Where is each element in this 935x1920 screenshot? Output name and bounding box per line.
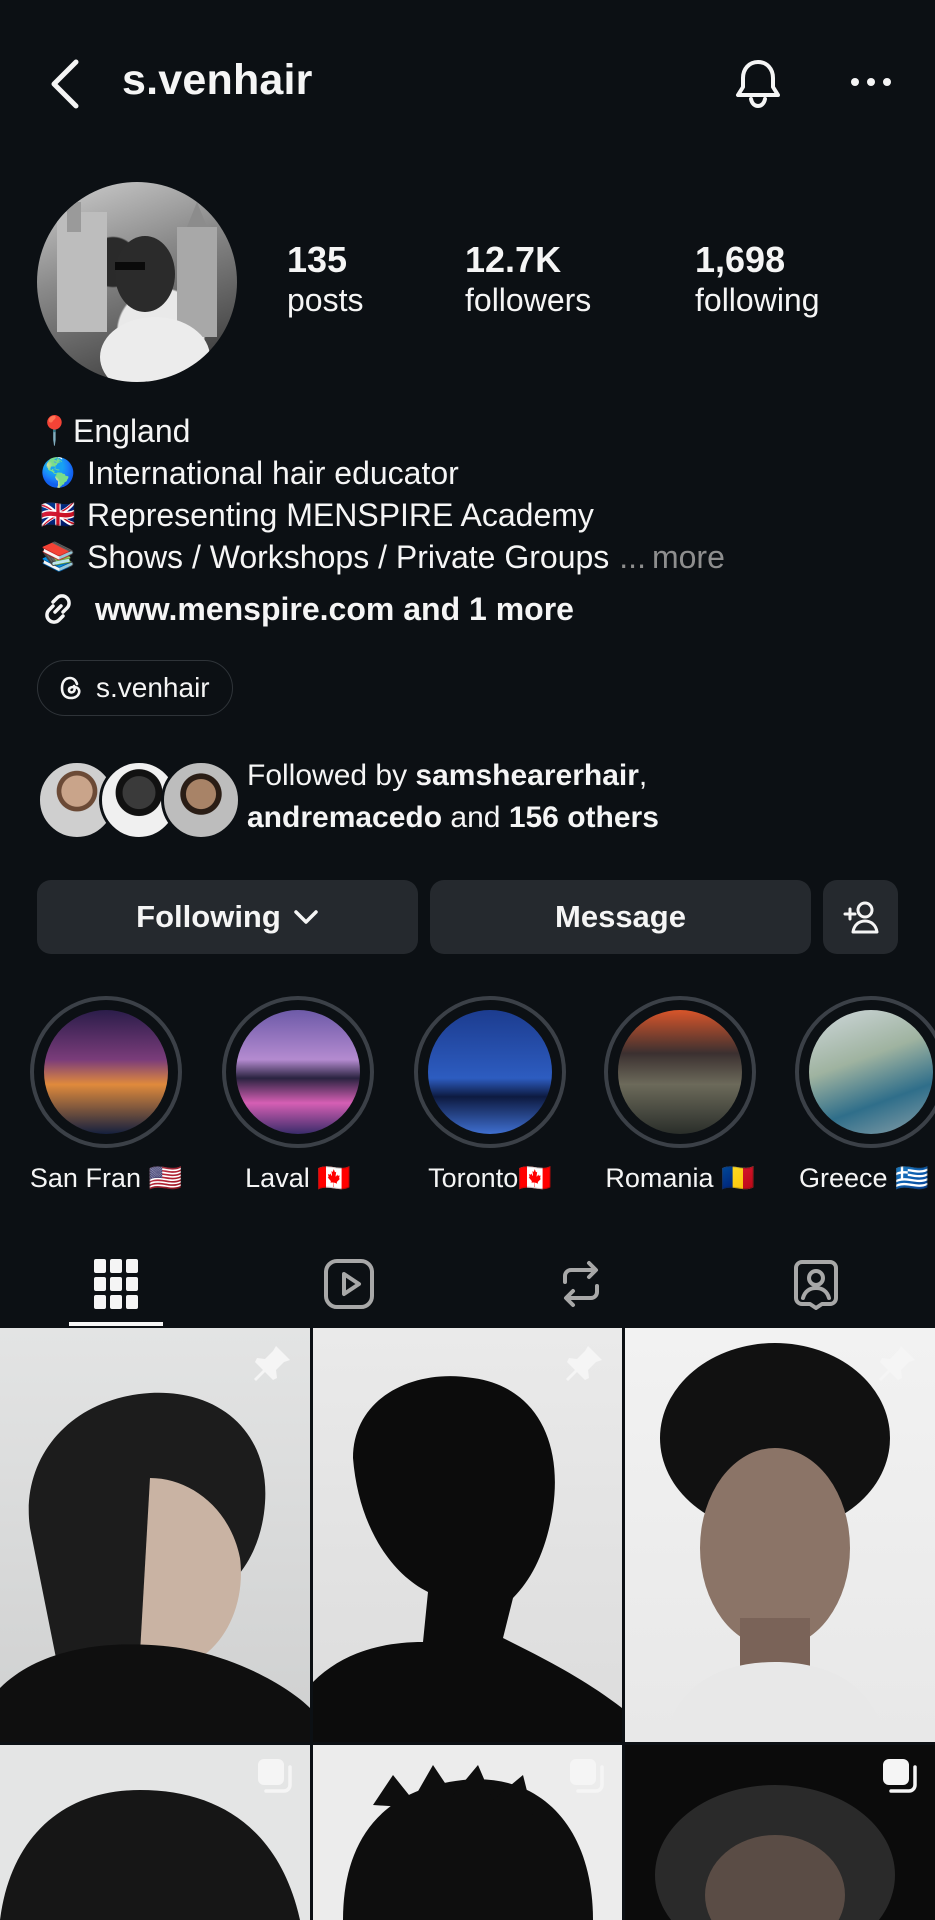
highlight-ring	[604, 996, 756, 1148]
pin-icon	[562, 1342, 606, 1386]
notification-bell-icon[interactable]	[730, 56, 786, 112]
pin-icon	[875, 1342, 919, 1386]
highlight-ring	[414, 996, 566, 1148]
highlight-label: Romania 🇷🇴	[605, 1163, 755, 1193]
highlight-cover	[809, 1010, 933, 1134]
post-image	[313, 1376, 622, 1742]
stat-following[interactable]: 1,698 following	[695, 240, 820, 320]
tab-tagged[interactable]	[769, 1240, 863, 1328]
mutual-followers-avatars[interactable]	[37, 760, 241, 840]
highlight-label: Toronto🇨🇦	[428, 1163, 552, 1193]
bio-line: 🌎 International hair educator	[37, 452, 907, 494]
message-label: Message	[555, 899, 686, 934]
threads-handle: s.venhair	[96, 672, 210, 703]
reels-icon	[323, 1258, 375, 1310]
message-button[interactable]: Message	[430, 880, 811, 954]
tab-posts-grid[interactable]	[69, 1240, 163, 1328]
highlight-san-fran[interactable]: San Fran 🇺🇸	[21, 996, 191, 1194]
bio-ellipsis: ...	[619, 539, 646, 575]
threads-icon	[56, 673, 86, 703]
following-label: following	[695, 282, 820, 318]
post-image	[0, 1392, 310, 1742]
profile-bio: 📍 England 🌎 International hair educator …	[37, 410, 907, 578]
highlight-ring	[30, 996, 182, 1148]
grid-post[interactable]	[0, 1328, 310, 1742]
chevron-down-icon	[293, 908, 319, 926]
link-text: www.menspire.com and 1 more	[95, 590, 574, 627]
posts-label: posts	[287, 282, 364, 318]
highlight-cover	[428, 1010, 552, 1134]
grid-post[interactable]	[313, 1745, 622, 1920]
grid-icon	[94, 1259, 138, 1309]
pin-icon	[250, 1342, 294, 1386]
more-options-icon[interactable]	[846, 62, 896, 102]
post-image	[660, 1343, 890, 1742]
bio-text: England	[73, 413, 191, 449]
reposts-icon	[557, 1258, 605, 1310]
highlight-cover	[618, 1010, 742, 1134]
followed-by-and: and	[442, 801, 509, 834]
bio-text: Representing MENSPIRE Academy	[87, 497, 594, 533]
profile-avatar[interactable]	[37, 182, 237, 382]
stat-followers[interactable]: 12.7K followers	[465, 240, 591, 320]
followed-by-text[interactable]: Followed by samshearerhair, andremacedo …	[247, 755, 927, 839]
back-arrow-icon[interactable]	[46, 58, 86, 110]
followed-by-prefix: Followed by	[247, 759, 416, 792]
bio-line: 📍 England	[37, 410, 907, 452]
grid-post[interactable]	[0, 1745, 310, 1920]
pin-emoji-icon: 📍	[37, 415, 72, 446]
link-icon	[37, 588, 95, 630]
carousel-icon	[879, 1755, 921, 1797]
bio-text: Shows / Workshops / Private Groups	[87, 539, 610, 575]
highlight-romania[interactable]: Romania 🇷🇴	[595, 996, 765, 1194]
highlight-label: Greece 🇬🇷	[799, 1163, 929, 1193]
highlight-ring	[795, 996, 935, 1148]
bio-line: 📚 Shows / Workshops / Private Groups ...…	[37, 536, 907, 578]
bio-line: 🇬🇧 Representing MENSPIRE Academy	[37, 494, 907, 536]
avatar	[161, 760, 241, 840]
grid-post[interactable]	[625, 1745, 935, 1920]
stat-posts[interactable]: 135 posts	[287, 240, 363, 320]
globe-emoji-icon: 🌎	[40, 457, 76, 488]
uk-flag-emoji-icon: 🇬🇧	[40, 499, 76, 530]
carousel-icon	[254, 1755, 296, 1797]
highlight-cover	[44, 1010, 168, 1134]
mutual-others: 156 others	[508, 801, 659, 834]
highlight-toronto[interactable]: Toronto🇨🇦	[405, 996, 575, 1194]
mutual-user-2: andremacedo	[247, 801, 443, 834]
tab-reposts[interactable]	[534, 1240, 628, 1328]
books-emoji-icon: 📚	[40, 541, 76, 572]
add-person-icon	[841, 900, 881, 934]
followers-count: 12.7K	[465, 239, 562, 280]
highlight-cover	[236, 1010, 360, 1134]
posts-grid	[0, 1328, 935, 1920]
top-bar: s.venhair	[0, 0, 935, 165]
bio-more-link[interactable]: more	[652, 536, 725, 578]
profile-link[interactable]: www.menspire.com and 1 more	[37, 588, 574, 630]
active-tab-indicator	[69, 1322, 163, 1326]
tagged-icon	[790, 1258, 842, 1310]
profile-tabs	[0, 1240, 935, 1328]
followers-label: followers	[465, 282, 592, 318]
following-button[interactable]: Following	[37, 880, 418, 954]
highlight-laval[interactable]: Laval 🇨🇦	[213, 996, 383, 1194]
grid-post[interactable]	[313, 1328, 622, 1742]
grid-post[interactable]	[625, 1328, 935, 1742]
bio-text: International hair educator	[87, 455, 459, 491]
posts-count: 135	[287, 239, 348, 280]
suggested-users-button[interactable]	[823, 880, 898, 954]
highlight-label: Laval 🇨🇦	[245, 1163, 351, 1193]
tab-reels[interactable]	[302, 1240, 396, 1328]
followed-by-comma: ,	[638, 759, 648, 792]
carousel-icon	[566, 1755, 608, 1797]
highlight-label: San Fran 🇺🇸	[29, 1163, 183, 1193]
profile-username: s.venhair	[122, 56, 313, 104]
highlight-ring	[222, 996, 374, 1148]
following-label: Following	[136, 899, 281, 934]
following-count: 1,698	[695, 239, 786, 280]
highlight-greece[interactable]: Greece 🇬🇷	[785, 996, 935, 1194]
mutual-user-1: samshearerhair	[415, 759, 639, 792]
threads-badge[interactable]: s.venhair	[37, 660, 233, 716]
